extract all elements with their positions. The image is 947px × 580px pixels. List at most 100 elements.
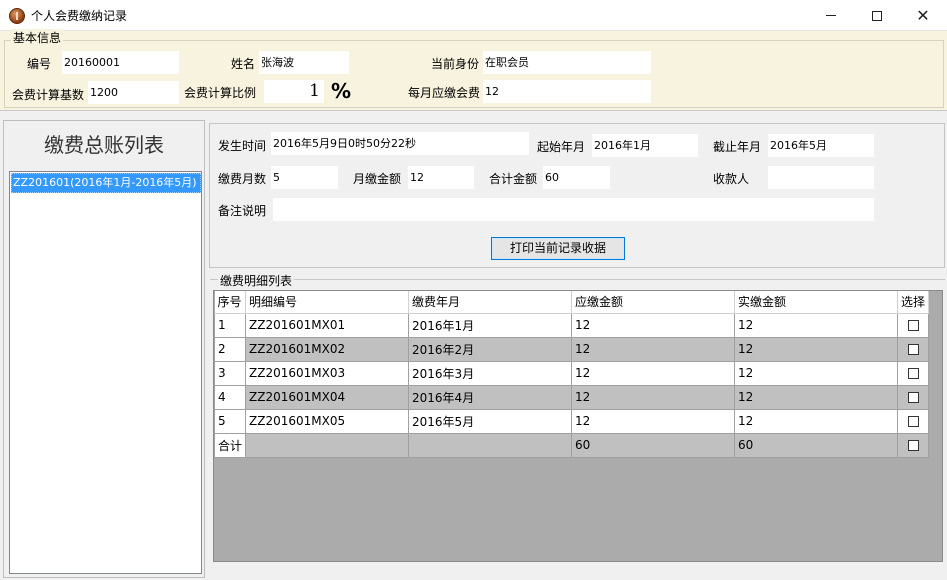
id-field[interactable]: 20160001	[62, 51, 179, 74]
row-select-cell	[897, 384, 930, 410]
start-field[interactable]: 2016年1月	[592, 134, 698, 157]
base-field[interactable]: 1200	[88, 81, 179, 104]
total-amount-field[interactable]: 60	[543, 166, 610, 189]
row-code[interactable]: ZZ201601MX04	[245, 384, 410, 410]
total-row[interactable]: 合计 60 60	[213, 432, 930, 458]
table-row[interactable]: 1 ZZ201601MX01 2016年1月 12 12	[213, 312, 930, 338]
monthly-amount-field[interactable]: 12	[408, 166, 474, 189]
monthly-amount-label: 月缴金额	[353, 172, 402, 186]
ratio-unit: %	[331, 79, 352, 103]
row-month[interactable]: 2016年4月	[408, 384, 573, 410]
row-index: 2	[213, 336, 247, 362]
ledger-list-item[interactable]: ZZ201601(2016年1月-2016年5月)	[11, 173, 201, 193]
ratio-field[interactable]: 1	[264, 80, 324, 103]
row-due[interactable]: 12	[571, 360, 736, 386]
col-header-select[interactable]: 选择	[897, 291, 930, 314]
payee-field[interactable]	[768, 166, 874, 189]
row-index: 1	[213, 312, 247, 338]
row-code[interactable]: ZZ201601MX03	[245, 360, 410, 386]
row-month[interactable]: 2016年2月	[408, 336, 573, 362]
details-caption: 缴费明细列表	[218, 272, 295, 289]
total-select-cell	[897, 432, 930, 458]
row-paid[interactable]: 12	[734, 336, 899, 362]
end-field[interactable]: 2016年5月	[768, 134, 874, 157]
basic-info-group-title: 基本信息	[11, 29, 64, 46]
row-select-cell	[897, 360, 930, 386]
row-due[interactable]: 12	[571, 384, 736, 410]
table-row[interactable]: 5 ZZ201601MX05 2016年5月 12 12	[213, 408, 930, 434]
payee-label: 收款人	[713, 172, 750, 186]
total-month	[408, 432, 573, 458]
row-code[interactable]: ZZ201601MX02	[245, 336, 410, 362]
months-field[interactable]: 5	[271, 166, 338, 189]
maximize-button[interactable]	[854, 0, 900, 31]
time-field[interactable]: 2016年5月9日0时50分22秒	[271, 132, 529, 155]
row-select-checkbox[interactable]	[907, 344, 919, 355]
col-header-due[interactable]: 应缴金额	[571, 291, 736, 314]
table-row[interactable]: 3 ZZ201601MX03 2016年3月 12 12	[213, 360, 930, 386]
title-bar	[0, 0, 947, 31]
row-select-checkbox[interactable]	[907, 368, 919, 379]
details-table: 序号 明细编号 缴费年月 应缴金额 实缴金额 选择 1 ZZ201601MX01…	[213, 291, 930, 458]
minimize-button[interactable]	[808, 0, 854, 31]
col-header-month[interactable]: 缴费年月	[408, 291, 573, 314]
row-month[interactable]: 2016年1月	[408, 312, 573, 338]
row-month[interactable]: 2016年5月	[408, 408, 573, 434]
row-due[interactable]: 12	[571, 336, 736, 362]
total-paid: 60	[734, 432, 899, 458]
col-header-paid[interactable]: 实缴金额	[734, 291, 899, 314]
col-header-index[interactable]: 序号	[214, 291, 247, 314]
row-select-cell	[897, 408, 930, 434]
table-row[interactable]: 4 ZZ201601MX04 2016年4月 12 12	[213, 384, 930, 410]
details-header-row: 序号 明细编号 缴费年月 应缴金额 实缴金额 选择	[214, 291, 930, 314]
details-grid[interactable]: 序号 明细编号 缴费年月 应缴金额 实缴金额 选择 1 ZZ201601MX01…	[213, 290, 943, 562]
status-label: 当前身份	[431, 57, 480, 71]
total-due: 60	[571, 432, 736, 458]
row-paid[interactable]: 12	[734, 312, 899, 338]
ledger-title: 缴费总账列表	[44, 133, 164, 157]
maximize-icon	[872, 10, 882, 21]
row-select-cell	[897, 312, 930, 338]
monthly-label: 每月应缴会费	[408, 86, 481, 100]
row-select-checkbox[interactable]	[907, 392, 919, 403]
status-field[interactable]: 在职会员	[483, 51, 651, 74]
total-amount-label: 合计金额	[489, 172, 538, 186]
note-field[interactable]	[273, 198, 874, 221]
row-code[interactable]: ZZ201601MX01	[245, 312, 410, 338]
row-index: 4	[213, 384, 247, 410]
row-select-checkbox[interactable]	[907, 320, 919, 331]
row-index: 3	[213, 360, 247, 386]
end-label: 截止年月	[713, 140, 762, 154]
minimize-icon	[826, 15, 836, 16]
app-icon	[9, 8, 25, 24]
row-select-checkbox[interactable]	[907, 416, 919, 427]
name-field[interactable]: 张海波	[259, 51, 349, 74]
row-paid[interactable]: 12	[734, 360, 899, 386]
ledger-list[interactable]: ZZ201601(2016年1月-2016年5月)	[9, 171, 202, 574]
id-label: 编号	[27, 57, 52, 71]
row-due[interactable]: 12	[571, 408, 736, 434]
row-paid[interactable]: 12	[734, 384, 899, 410]
row-due[interactable]: 12	[571, 312, 736, 338]
months-label: 缴费月数	[218, 172, 267, 186]
row-code[interactable]: ZZ201601MX05	[245, 408, 410, 434]
row-paid[interactable]: 12	[734, 408, 899, 434]
start-label: 起始年月	[537, 140, 586, 154]
table-row[interactable]: 2 ZZ201601MX02 2016年2月 12 12	[213, 336, 930, 362]
col-header-code[interactable]: 明细编号	[245, 291, 410, 314]
close-icon: ✕	[916, 6, 930, 25]
name-label: 姓名	[231, 57, 256, 71]
total-code	[245, 432, 410, 458]
print-receipt-button[interactable]: 打印当前记录收据	[491, 237, 625, 260]
row-month[interactable]: 2016年3月	[408, 360, 573, 386]
window-title: 个人会费缴纳记录	[31, 9, 128, 23]
ledger-panel: 缴费总账列表 ZZ201601(2016年1月-2016年5月)	[3, 120, 205, 578]
total-select-checkbox[interactable]	[907, 440, 919, 451]
monthly-field[interactable]: 12	[483, 80, 651, 103]
row-select-cell	[897, 336, 930, 362]
ratio-label: 会费计算比例	[184, 86, 257, 100]
note-label: 备注说明	[218, 204, 267, 218]
close-button[interactable]: ✕	[900, 0, 946, 31]
base-label: 会费计算基数	[12, 88, 85, 102]
total-label: 合计	[213, 432, 247, 458]
